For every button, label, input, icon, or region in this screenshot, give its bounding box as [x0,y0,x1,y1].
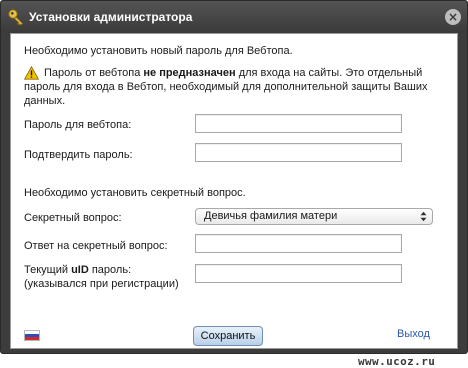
watermark: www.ucoz.ru [358,355,436,368]
uid-label-suffix: пароль: [88,264,132,276]
updown-arrows-icon [420,211,427,222]
secret-answer-field[interactable] [195,234,402,253]
uid-password-field[interactable] [195,264,402,283]
uid-password-label: Текущий uID пароль: [24,263,131,277]
save-button[interactable]: Сохранить [193,326,263,346]
content-panel: Необходимо установить новый пароль для В… [10,33,458,349]
logout-link[interactable]: Выход [397,328,430,340]
password-field[interactable] [195,114,402,133]
confirm-password-field[interactable] [195,143,402,162]
warning-emphasis: не предназначен [143,67,236,79]
admin-settings-dialog: Установки администратора × Необходимо ус… [0,0,468,354]
uid-hint: (указывался при регистрации) [24,278,179,290]
secret-question-select[interactable]: Девичья фамилия матери [195,208,433,225]
dialog-title: Установки администратора [29,10,193,24]
uid-label-prefix: Текущий [24,264,72,276]
secret-answer-label: Ответ на секретный вопрос: [24,240,168,252]
key-icon [8,9,24,26]
secret-intro-text: Необходимо установить секретный вопрос. [24,187,246,199]
password-intro-text: Необходимо установить новый пароль для В… [24,45,293,57]
warning-text: Пароль от вебтопа не предназначен для вх… [24,66,444,108]
secret-question-value: Девичья фамилия матери [204,210,338,222]
close-button[interactable]: × [445,9,461,25]
confirm-password-label: Подтвердить пароль: [24,149,133,161]
uid-label-bold: uID [71,264,89,276]
password-label: Пароль для вебтопа: [24,119,132,131]
title-bar[interactable]: Установки администратора × [1,1,467,33]
flag-ru-icon[interactable] [24,330,40,341]
warning-prefix: Пароль от вебтопа [44,67,144,79]
secret-question-label: Секретный вопрос: [24,212,122,224]
